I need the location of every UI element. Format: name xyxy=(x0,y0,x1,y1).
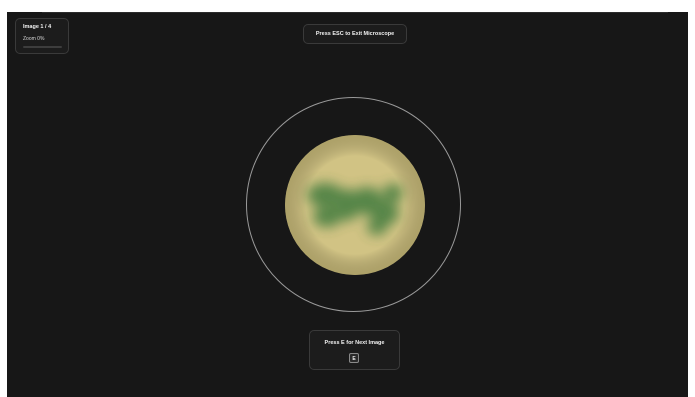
exit-hint: Press ESC to Exit Microscope xyxy=(303,24,407,44)
microscope-viewport: Image 1 / 4 Zoom 0% Press ESC to Exit Mi… xyxy=(7,12,688,397)
e-key-button[interactable]: E xyxy=(349,353,359,363)
next-image-label: Press E for Next Image xyxy=(324,340,385,346)
image-info-panel: Image 1 / 4 Zoom 0% xyxy=(15,18,69,54)
zoom-progress-bar xyxy=(23,46,62,48)
specimen-image xyxy=(285,135,425,275)
specimen-view[interactable] xyxy=(285,135,425,275)
next-image-hint: Press E for Next Image E xyxy=(309,330,400,370)
image-counter: Image 1 / 4 xyxy=(23,24,52,30)
top-divider xyxy=(42,12,668,13)
zoom-level: Zoom 0% xyxy=(23,36,45,42)
